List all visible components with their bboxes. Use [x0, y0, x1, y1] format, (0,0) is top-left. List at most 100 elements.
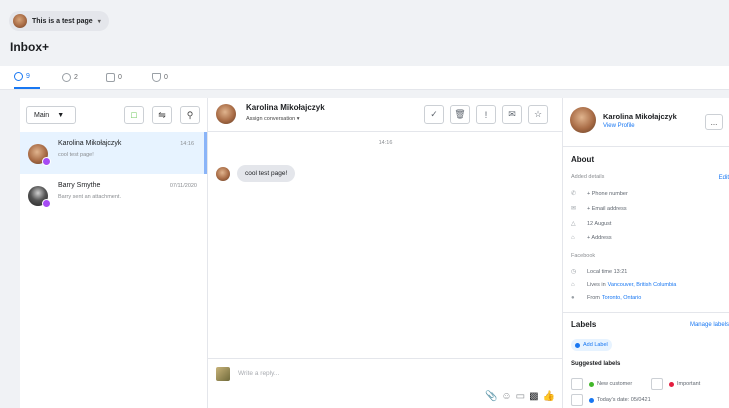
conversation-preview: Barry sent an attachment.: [58, 194, 121, 200]
label-text: Important: [677, 381, 701, 387]
avatar: [28, 144, 51, 166]
move-button[interactable]: ✉: [502, 105, 522, 124]
email-icon: ✉: [571, 206, 577, 212]
label-suggestion[interactable]: Today's date: 05/0421: [571, 394, 651, 406]
lives-in-prefix: Lives in: [587, 282, 606, 288]
birthday-field: △ 12 August: [571, 220, 612, 228]
comment-icon: [152, 73, 161, 82]
thumbs-up-icon[interactable]: 👍: [543, 391, 555, 402]
conversation-item[interactable]: Barry Smythe Barry sent an attachment. 0…: [20, 174, 207, 216]
alert-icon: !: [484, 109, 488, 120]
label-color-dot: [589, 381, 594, 387]
from-link[interactable]: Toronto, Ontario: [602, 295, 641, 301]
list-header: Main ▼ □ ⇋ ⚲: [20, 98, 207, 132]
tab-all[interactable]: 9: [14, 66, 40, 89]
mark-done-button[interactable]: ✓: [424, 105, 444, 124]
inbox-tabs: 9 2 0 0: [0, 66, 729, 90]
tab-count: 0: [164, 74, 168, 81]
email-field[interactable]: ✉ + Email address: [571, 205, 627, 213]
from-prefix: From: [587, 295, 600, 301]
local-time-row: ◷ Local time 13:21: [571, 268, 628, 276]
conversation-time: 07/11/2020: [169, 183, 197, 189]
birthday-label: 12 August: [587, 220, 612, 227]
label-suggestion[interactable]: Important: [651, 378, 700, 390]
tab-instagram[interactable]: 0: [106, 66, 132, 89]
assign-label: Assign conversation: [246, 116, 296, 122]
reply-input[interactable]: Write a reply...: [238, 370, 279, 377]
phone-field[interactable]: ✆ + Phone number: [571, 190, 628, 198]
mark-unread-button[interactable]: □: [124, 106, 144, 124]
home-icon: ⌂: [571, 282, 575, 288]
label-color-dot: [589, 397, 594, 403]
avatar: [216, 104, 236, 124]
lives-in-link[interactable]: Vancouver, British Columbia: [608, 282, 677, 288]
contact-name: Karolina Mikołajczyk: [246, 103, 325, 112]
checkbox[interactable]: [571, 378, 583, 390]
page-avatar: [13, 14, 27, 28]
chevron-down-icon: ▾: [97, 18, 101, 25]
manage-labels-link[interactable]: Manage labels: [690, 322, 729, 328]
tab-count: 0: [118, 74, 122, 81]
message-timestamp: 14:16: [378, 140, 393, 146]
label-text: New customer: [597, 381, 633, 387]
star-button[interactable]: ☆: [528, 105, 548, 124]
messenger-badge-icon: [42, 157, 51, 166]
messenger-icon: [62, 73, 71, 82]
edit-details-link[interactable]: Edit: [719, 175, 729, 181]
avatar: [28, 186, 51, 208]
search-icon: ⚲: [186, 109, 194, 120]
spam-button[interactable]: !: [476, 105, 496, 124]
plus-icon: [575, 342, 580, 348]
composer: Write a reply... 📎 ☺ ▭ ▩ 👍: [208, 358, 563, 408]
email-label: + Email address: [587, 205, 627, 212]
label-color-dot: [669, 381, 674, 387]
phone-icon: ✆: [571, 191, 577, 197]
check-icon: ✓: [430, 109, 438, 119]
tab-count: 2: [74, 74, 78, 81]
saved-reply-icon[interactable]: ▭: [516, 391, 525, 402]
checkbox[interactable]: [651, 378, 663, 390]
labels-title: Labels: [571, 320, 597, 329]
caret-down-icon: ▼: [57, 111, 65, 119]
delete-button[interactable]: 🗑: [450, 105, 470, 124]
chevron-down-icon: ▾: [296, 116, 300, 122]
envelope-icon: ✉: [508, 109, 516, 119]
view-profile-link[interactable]: View Profile: [603, 123, 635, 129]
from-row: ● From Toronto, Ontario: [571, 295, 641, 301]
assign-conversation-dropdown[interactable]: Assign conversation ▾: [246, 116, 300, 122]
suggested-labels-title: Suggested labels: [571, 361, 621, 367]
tab-count: 9: [26, 73, 30, 80]
conversation-name: Karolina Mikołajczyk: [58, 140, 122, 147]
emoji-icon[interactable]: ☺: [501, 391, 511, 402]
attachment-icon[interactable]: 📎: [485, 391, 497, 402]
label-suggestion[interactable]: New customer: [571, 378, 632, 390]
trash-icon: 🗑: [454, 109, 466, 119]
search-button[interactable]: ⚲: [180, 106, 200, 124]
conversation-item[interactable]: Karolina Mikołajczyk cool test page! 14:…: [20, 132, 207, 174]
page-selector[interactable]: This is a test page ▾: [9, 11, 109, 31]
phone-label: + Phone number: [587, 190, 628, 197]
messenger-badge-icon: [42, 199, 51, 208]
about-title: About: [571, 155, 595, 164]
profile-pane: Karolina Mikołajczyk View Profile ... Ab…: [563, 98, 729, 408]
folder-dropdown[interactable]: Main ▼: [26, 106, 76, 124]
conversation-preview: cool test page!: [58, 152, 94, 158]
home-icon: ⌂: [571, 235, 575, 241]
clock-icon: ◷: [571, 269, 577, 275]
inbox-main: Main ▼ □ ⇋ ⚲ Karolina Mikołajczyk cool t…: [20, 98, 729, 408]
add-label-button[interactable]: Add Label: [571, 339, 612, 351]
added-details-label: Added details: [571, 174, 605, 180]
tab-messenger[interactable]: 2: [62, 66, 88, 89]
facebook-label: Facebook: [571, 253, 596, 259]
checkbox[interactable]: [571, 394, 583, 406]
tab-comments[interactable]: 0: [152, 66, 178, 89]
appointment-icon[interactable]: ▩: [529, 391, 538, 402]
profile-name: Karolina Mikołajczyk: [603, 112, 677, 121]
more-button[interactable]: ...: [705, 114, 723, 130]
local-time: Local time 13:21: [587, 268, 628, 275]
conversation-time: 14:16: [180, 141, 194, 147]
location-pin-icon: ●: [571, 295, 575, 301]
avatar: [216, 167, 230, 181]
filter-button[interactable]: ⇋: [152, 106, 172, 124]
address-field[interactable]: ⌂ + Address: [571, 235, 612, 241]
